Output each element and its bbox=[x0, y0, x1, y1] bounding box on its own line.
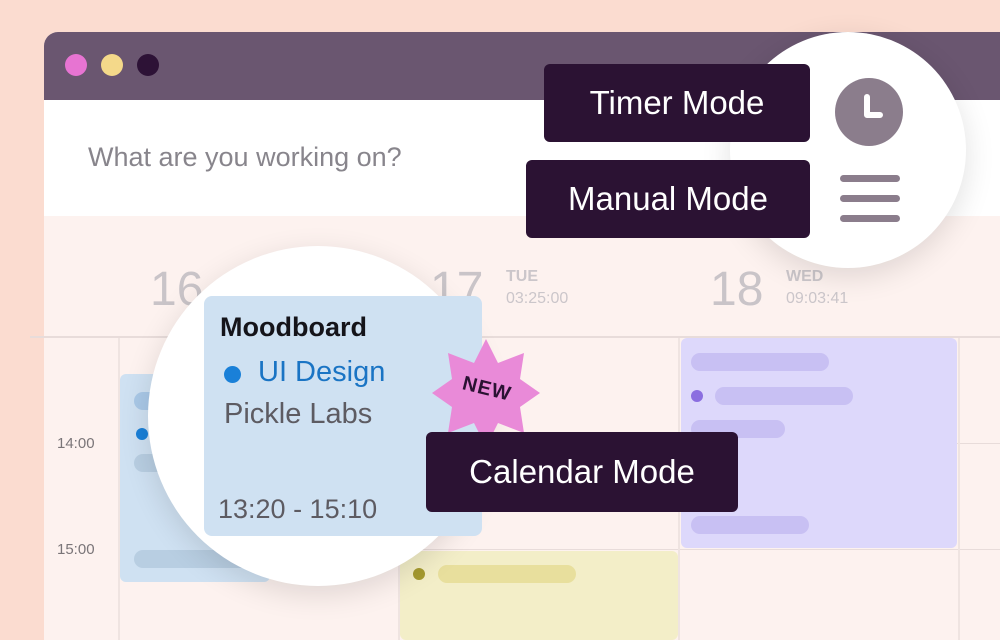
project-color-dot bbox=[691, 390, 703, 402]
day-name-tue: TUE bbox=[506, 268, 538, 285]
clock-icon[interactable] bbox=[835, 78, 903, 146]
event-placeholder-bar bbox=[438, 565, 576, 583]
event-client: Pickle Labs bbox=[224, 398, 373, 430]
day-total-tue: 03:25:00 bbox=[506, 290, 569, 307]
event-placeholder-bar bbox=[691, 516, 809, 534]
project-color-dot bbox=[136, 428, 148, 440]
event-placeholder-bar bbox=[691, 353, 829, 371]
event-placeholder-bar bbox=[715, 387, 853, 405]
hour-label-14: 14:00 bbox=[57, 435, 95, 452]
timer-mode-label[interactable]: Timer Mode bbox=[544, 64, 810, 142]
day-number-18: 18 bbox=[710, 263, 764, 316]
project-color-dot bbox=[224, 366, 241, 383]
event-title: Moodboard bbox=[220, 312, 367, 342]
event-project[interactable]: UI Design bbox=[258, 356, 385, 389]
close-window-button[interactable] bbox=[65, 54, 87, 76]
manual-mode-label[interactable]: Manual Mode bbox=[526, 160, 810, 238]
calendar-mode-label[interactable]: Calendar Mode bbox=[426, 432, 738, 512]
day-name-wed: WED bbox=[786, 268, 824, 285]
time-entry-input[interactable]: What are you working on? bbox=[88, 142, 402, 173]
project-color-dot bbox=[413, 568, 425, 580]
menu-lines-icon[interactable] bbox=[840, 175, 900, 225]
calendar-event-yellow[interactable] bbox=[400, 551, 678, 640]
event-time-range: 13:20 - 15:10 bbox=[218, 494, 378, 524]
day-total-wed: 09:03:41 bbox=[786, 290, 849, 307]
maximize-window-button[interactable] bbox=[137, 54, 159, 76]
minimize-window-button[interactable] bbox=[101, 54, 123, 76]
hour-label-15: 15:00 bbox=[57, 541, 95, 558]
grid-column-line bbox=[958, 338, 960, 640]
